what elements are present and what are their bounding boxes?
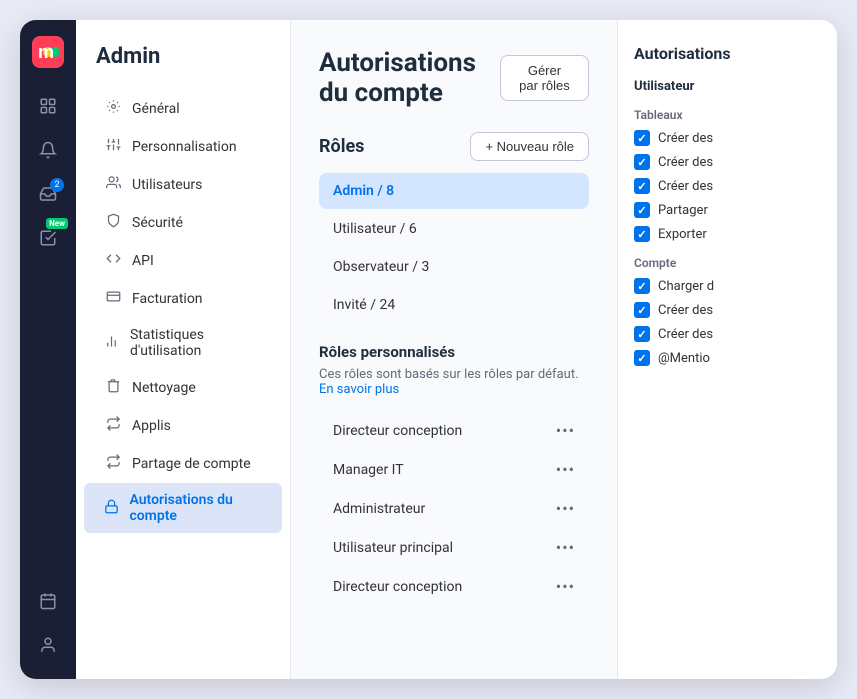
sidebar-item-personalisation[interactable]: Personnalisation [84,128,282,165]
checkbox-creer-compte-0[interactable] [634,302,650,318]
app-logo[interactable]: m [32,36,64,68]
custom-roles-section: Rôles personnalisés Ces rôles sont basés… [319,343,589,606]
roles-section-header: Rôles + Nouveau rôle [319,132,589,161]
main-content: Autorisations du compte Gérer par rôles … [291,20,617,679]
user-nav-button[interactable] [30,627,66,663]
custom-role-directeur-conception[interactable]: Directeur conception ••• [319,411,589,450]
nav-rail: m 2 [20,20,76,679]
permission-charger: Charger d [634,278,821,294]
sidebar-label-statistiques: Statistiques d'utilisation [130,327,262,359]
permission-creer-compte-0: Créer des [634,302,821,318]
svg-text:m: m [38,42,54,62]
permission-creer-2: Créer des [634,178,821,194]
partage-icon [104,454,122,473]
sidebar-item-autorisations[interactable]: Autorisations du compte [84,483,282,533]
sidebar-item-applis[interactable]: Applis [84,407,282,444]
col-header: Utilisateur [634,79,821,94]
bell-nav-button[interactable] [30,132,66,168]
permission-exporter: Exporter [634,226,821,242]
main-header: Autorisations du compte Gérer par rôles [319,48,589,108]
permission-partager: Partager [634,202,821,218]
sidebar-label-personalisation: Personnalisation [132,139,237,155]
checkbox-mention[interactable] [634,350,650,366]
app-container: m 2 [20,20,837,679]
sidebar-label-applis: Applis [132,418,171,434]
sidebar-item-facturation[interactable]: Facturation [84,280,282,317]
checkbox-charger[interactable] [634,278,650,294]
nettoyage-icon [104,378,122,397]
compte-section-title: Compte [634,256,821,270]
personalisation-icon [104,137,122,156]
roles-section-title: Rôles [319,136,364,157]
sidebar-label-facturation: Facturation [132,291,203,307]
inbox-badge: 2 [50,178,64,192]
inbox-nav-button[interactable]: 2 [30,176,66,212]
sidebar-label-securite: Sécurité [132,215,183,231]
sidebar-label-utilisateurs: Utilisateurs [132,177,202,193]
sidebar-item-statistiques[interactable]: Statistiques d'utilisation [84,318,282,368]
general-icon [104,99,122,118]
api-icon [104,251,122,270]
sidebar-label-api: API [132,253,154,269]
sidebar-label-autorisations: Autorisations du compte [129,492,262,524]
three-dots-icon-3[interactable]: ••• [556,538,575,557]
custom-roles-title: Rôles personnalisés [319,343,589,361]
three-dots-icon-1[interactable]: ••• [556,460,575,479]
right-panel-title: Autorisations [634,44,821,63]
checkbox-creer-compte-1[interactable] [634,326,650,342]
autorisations-icon [104,499,119,518]
three-dots-icon-4[interactable]: ••• [556,577,575,596]
custom-role-utilisateur-principal[interactable]: Utilisateur principal ••• [319,528,589,567]
three-dots-icon-2[interactable]: ••• [556,499,575,518]
sidebar-label-general: Général [132,101,180,117]
sidebar-item-general[interactable]: Général [84,90,282,127]
custom-role-manager-it[interactable]: Manager IT ••• [319,450,589,489]
permission-creer-compte-1: Créer des [634,326,821,342]
sidebar-title: Admin [76,44,290,89]
sidebar-label-nettoyage: Nettoyage [132,380,196,396]
checkbox-exporter[interactable] [634,226,650,242]
statistiques-icon [104,334,120,353]
checkbox-partager[interactable] [634,202,650,218]
sidebar-item-utilisateurs[interactable]: Utilisateurs [84,166,282,203]
utilisateurs-icon [104,175,122,194]
custom-roles-link[interactable]: En savoir plus [319,382,399,397]
tableaux-section-title: Tableaux [634,108,821,122]
sidebar-item-securite[interactable]: Sécurité [84,204,282,241]
custom-role-administrateur[interactable]: Administrateur ••• [319,489,589,528]
roles-list: Admin / 8 Utilisateur / 6 Observateur / … [319,173,589,323]
sidebar: Admin Général Personnalisation Utilisate… [76,20,291,679]
sidebar-label-partage: Partage de compte [132,456,251,472]
sidebar-item-partage[interactable]: Partage de compte [84,445,282,482]
custom-role-directeur-conception-2[interactable]: Directeur conception ••• [319,567,589,606]
permission-creer-1: Créer des [634,154,821,170]
facturation-icon [104,289,122,308]
role-item-observateur[interactable]: Observateur / 3 [319,249,589,285]
sidebar-item-nettoyage[interactable]: Nettoyage [84,369,282,406]
applis-icon [104,416,122,435]
securite-icon [104,213,122,232]
checkbox-creer-2[interactable] [634,178,650,194]
custom-roles-desc: Ces rôles sont basés sur les rôles par d… [319,367,589,397]
checkbox-creer-1[interactable] [634,154,650,170]
home-nav-button[interactable] [30,88,66,124]
role-item-admin[interactable]: Admin / 8 [319,173,589,209]
permission-creer-0: Créer des [634,130,821,146]
manage-roles-button[interactable]: Gérer par rôles [500,55,589,101]
right-panel: Autorisations Utilisateur Tableaux Créer… [617,20,837,679]
tasks-nav-button[interactable]: New [30,220,66,256]
new-role-button[interactable]: + Nouveau rôle [470,132,589,161]
tasks-badge: New [46,218,68,229]
calendar-nav-button[interactable] [30,583,66,619]
role-item-utilisateur[interactable]: Utilisateur / 6 [319,211,589,247]
permission-mention: @Mentio [634,350,821,366]
page-title: Autorisations du compte [319,48,500,108]
sidebar-item-api[interactable]: API [84,242,282,279]
three-dots-icon-0[interactable]: ••• [556,421,575,440]
role-item-invite[interactable]: Invité / 24 [319,287,589,323]
checkbox-creer-0[interactable] [634,130,650,146]
